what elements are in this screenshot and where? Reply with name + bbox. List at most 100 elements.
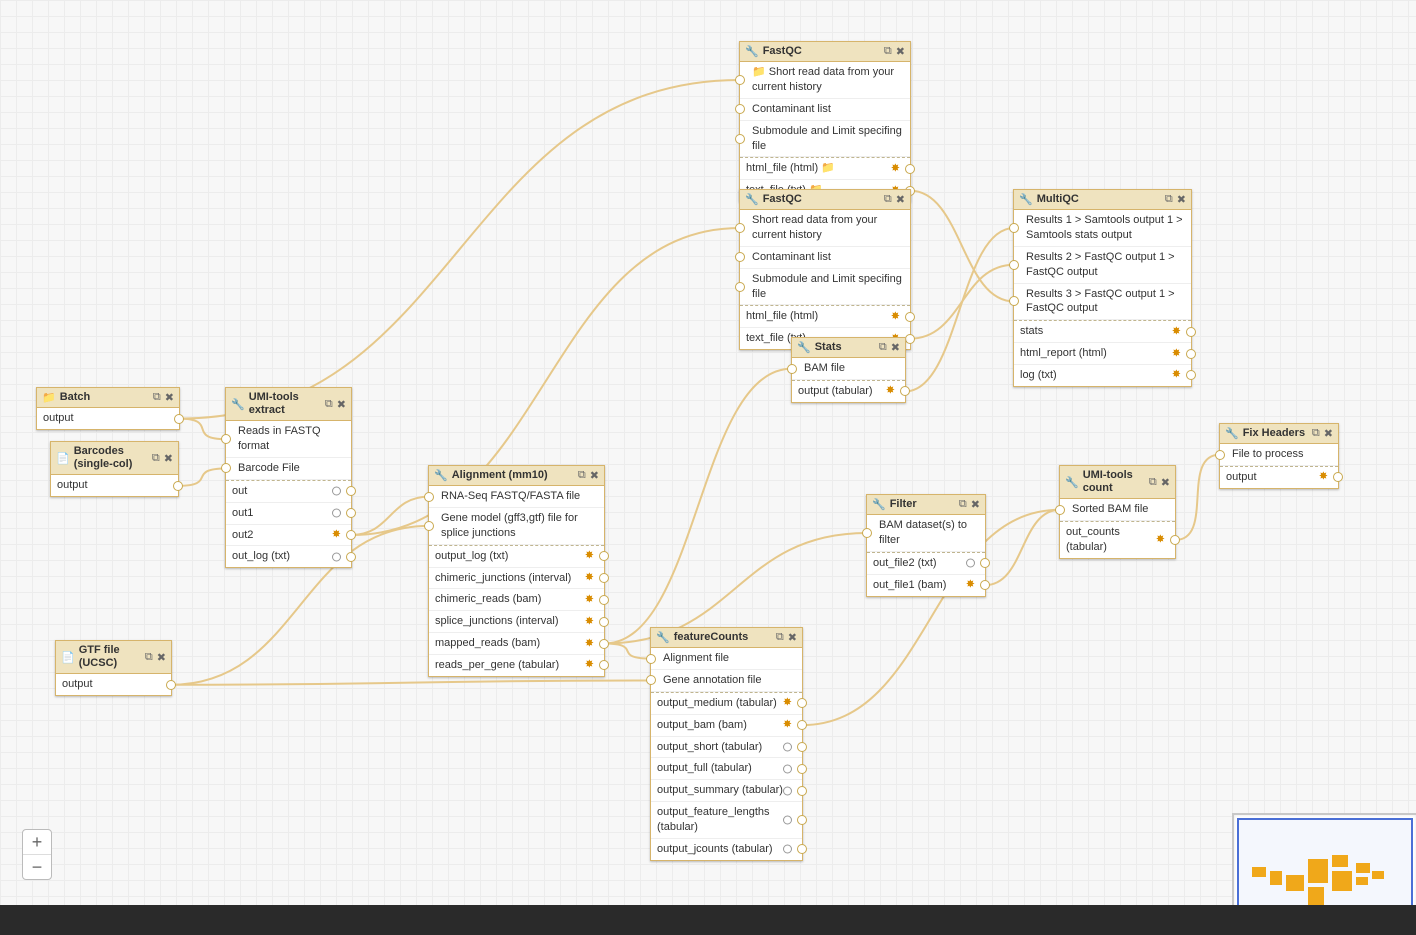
gear-icon[interactable]: ✸ — [1172, 368, 1181, 383]
node-filter[interactable]: 🔧Filter⧉✖BAM dataset(s) to filterout_fil… — [866, 494, 986, 597]
gear-icon[interactable]: ✸ — [332, 528, 341, 543]
node-header[interactable]: 🔧UMI-tools count⧉✖ — [1060, 466, 1175, 499]
node-stats[interactable]: 🔧Stats⧉✖BAM fileoutput (tabular)✸ — [791, 337, 906, 403]
output-port[interactable] — [797, 698, 807, 708]
close-icon[interactable]: ✖ — [891, 341, 900, 354]
node-featurecounts[interactable]: 🔧featureCounts⧉✖Alignment fileGene annot… — [650, 627, 803, 861]
output-port[interactable] — [797, 815, 807, 825]
node-umi_count[interactable]: 🔧UMI-tools count⧉✖Sorted BAM fileout_cou… — [1059, 465, 1176, 559]
close-icon[interactable]: ✖ — [590, 469, 599, 482]
node-alignment[interactable]: 🔧Alignment (mm10)⧉✖RNA-Seq FASTQ/FASTA f… — [428, 465, 605, 677]
close-icon[interactable]: ✖ — [896, 193, 905, 206]
node-multiqc[interactable]: 🔧MultiQC⧉✖Results 1 > Samtools output 1 … — [1013, 189, 1192, 387]
node-header[interactable]: 📄Barcodes (single-col)⧉✖ — [51, 442, 178, 475]
gear-icon[interactable]: ✸ — [886, 384, 895, 399]
output-port[interactable] — [599, 617, 609, 627]
output-port[interactable] — [1186, 327, 1196, 337]
output-port[interactable] — [174, 414, 184, 424]
copy-icon[interactable]: ⧉ — [776, 631, 784, 644]
node-header[interactable]: 🔧MultiQC⧉✖ — [1014, 190, 1191, 210]
node-header[interactable]: 🔧FastQC⧉✖ — [740, 42, 910, 62]
toggle-circle-icon[interactable] — [783, 815, 792, 824]
copy-icon[interactable]: ⧉ — [152, 452, 160, 465]
node-umi_extract[interactable]: 🔧UMI-tools extract⧉✖Reads in FASTQ forma… — [225, 387, 352, 568]
toggle-circle-icon[interactable] — [332, 509, 341, 518]
input-port[interactable] — [1215, 450, 1225, 460]
gear-icon[interactable]: ✸ — [585, 658, 594, 673]
output-port[interactable] — [797, 786, 807, 796]
copy-icon[interactable]: ⧉ — [879, 341, 887, 354]
toggle-circle-icon[interactable] — [332, 552, 341, 561]
output-port[interactable] — [797, 844, 807, 854]
output-port[interactable] — [905, 334, 915, 344]
close-icon[interactable]: ✖ — [164, 452, 173, 465]
gear-icon[interactable]: ✸ — [1172, 346, 1181, 361]
gear-icon[interactable]: ✸ — [783, 696, 792, 711]
input-port[interactable] — [735, 282, 745, 292]
close-icon[interactable]: ✖ — [896, 45, 905, 58]
output-port[interactable] — [905, 312, 915, 322]
gear-icon[interactable]: ✸ — [1156, 533, 1165, 548]
output-port[interactable] — [797, 720, 807, 730]
node-header[interactable]: 🔧Filter⧉✖ — [867, 495, 985, 515]
output-port[interactable] — [599, 660, 609, 670]
close-icon[interactable]: ✖ — [165, 391, 174, 404]
input-port[interactable] — [221, 434, 231, 444]
toggle-circle-icon[interactable] — [783, 786, 792, 795]
node-fastqc1[interactable]: 🔧FastQC⧉✖📁 Short read data from your cur… — [739, 41, 911, 202]
node-batch[interactable]: 📁Batch⧉✖output — [36, 387, 180, 430]
gear-icon[interactable]: ✸ — [1319, 470, 1328, 485]
output-port[interactable] — [1170, 535, 1180, 545]
gear-icon[interactable]: ✸ — [585, 636, 594, 651]
copy-icon[interactable]: ⧉ — [1312, 427, 1320, 440]
output-port[interactable] — [599, 595, 609, 605]
copy-icon[interactable]: ⧉ — [325, 398, 333, 411]
workflow-canvas[interactable]: + − ◢ 📁Batch⧉✖output📄Barcodes (single-co… — [0, 0, 1416, 935]
output-port[interactable] — [346, 486, 356, 496]
node-header[interactable]: 🔧Alignment (mm10)⧉✖ — [429, 466, 604, 486]
output-port[interactable] — [1186, 370, 1196, 380]
gear-icon[interactable]: ✸ — [966, 578, 975, 593]
node-header[interactable]: 🔧Fix Headers⧉✖ — [1220, 424, 1338, 444]
output-port[interactable] — [980, 558, 990, 568]
zoom-out-button[interactable]: − — [23, 855, 51, 879]
output-port[interactable] — [599, 573, 609, 583]
toggle-circle-icon[interactable] — [783, 742, 792, 751]
input-port[interactable] — [1009, 223, 1019, 233]
input-port[interactable] — [646, 654, 656, 664]
input-port[interactable] — [646, 675, 656, 685]
toggle-circle-icon[interactable] — [783, 845, 792, 854]
output-port[interactable] — [166, 680, 176, 690]
close-icon[interactable]: ✖ — [337, 398, 346, 411]
node-header[interactable]: 🔧UMI-tools extract⧉✖ — [226, 388, 351, 421]
toggle-circle-icon[interactable] — [966, 559, 975, 568]
toggle-circle-icon[interactable] — [783, 764, 792, 773]
node-gtf[interactable]: 📄GTF file (UCSC)⧉✖output — [55, 640, 172, 696]
output-port[interactable] — [599, 639, 609, 649]
toggle-circle-icon[interactable] — [332, 487, 341, 496]
close-icon[interactable]: ✖ — [1177, 193, 1186, 206]
output-port[interactable] — [599, 551, 609, 561]
node-header[interactable]: 📁Batch⧉✖ — [37, 388, 179, 408]
output-port[interactable] — [900, 386, 910, 396]
output-port[interactable] — [1333, 472, 1343, 482]
gear-icon[interactable]: ✸ — [585, 571, 594, 586]
node-header[interactable]: 🔧Stats⧉✖ — [792, 338, 905, 358]
input-port[interactable] — [424, 521, 434, 531]
copy-icon[interactable]: ⧉ — [1165, 193, 1173, 206]
input-port[interactable] — [221, 463, 231, 473]
close-icon[interactable]: ✖ — [1324, 427, 1333, 440]
gear-icon[interactable]: ✸ — [891, 309, 900, 324]
output-port[interactable] — [1186, 349, 1196, 359]
node-header[interactable]: 🔧featureCounts⧉✖ — [651, 628, 802, 648]
output-port[interactable] — [797, 742, 807, 752]
output-port[interactable] — [905, 164, 915, 174]
zoom-in-button[interactable]: + — [23, 830, 51, 855]
input-port[interactable] — [787, 364, 797, 374]
node-header[interactable]: 📄GTF file (UCSC)⧉✖ — [56, 641, 171, 674]
output-port[interactable] — [797, 764, 807, 774]
copy-icon[interactable]: ⧉ — [884, 45, 892, 58]
output-port[interactable] — [173, 481, 183, 491]
output-port[interactable] — [346, 530, 356, 540]
node-fix_headers[interactable]: 🔧Fix Headers⧉✖File to processoutput✸ — [1219, 423, 1339, 489]
